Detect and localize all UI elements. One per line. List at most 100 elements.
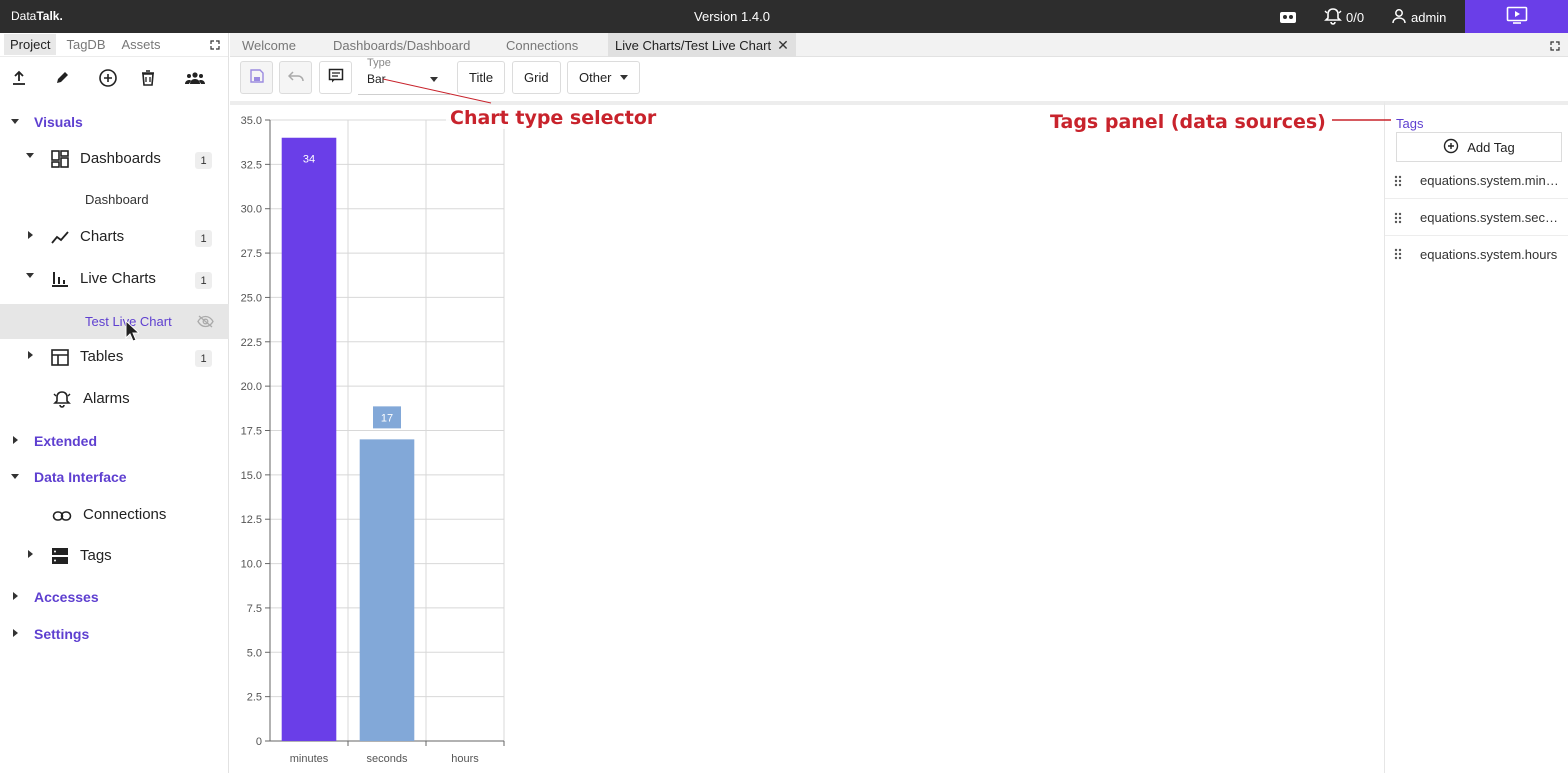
other-dropdown[interactable]: Other (567, 61, 640, 94)
leaf-label: Dashboard (85, 192, 149, 207)
annotation-tags-panel: Tags panel (data sources) (1046, 111, 1330, 133)
alarm-count: 0/0 (1346, 9, 1365, 25)
expand-icon[interactable] (210, 38, 220, 53)
node-tables[interactable]: Tables 1 (0, 343, 229, 369)
section-data-interface[interactable]: Data Interface (0, 464, 229, 490)
caret-down-icon (11, 474, 19, 479)
node-label: Dashboards (80, 150, 161, 167)
chart-type-select[interactable]: Type Bar (358, 57, 450, 95)
y-tick-label: 7.5 (247, 603, 262, 615)
tags-panel-title: Tags (1396, 116, 1424, 131)
y-tick-label: 20.0 (241, 381, 262, 393)
select-value: Bar (367, 72, 386, 86)
users-button[interactable] (184, 64, 228, 94)
grid-button[interactable]: Grid (512, 61, 561, 94)
y-tick-label: 22.5 (241, 337, 262, 349)
add-tag-label: Add Tag (1467, 139, 1515, 155)
y-tick-label: 25.0 (241, 292, 262, 304)
tag-item[interactable]: equations.system.seconds (1385, 200, 1568, 236)
node-tags[interactable]: Tags (0, 542, 229, 568)
section-settings[interactable]: Settings (0, 621, 229, 647)
caret-right-icon (28, 231, 33, 239)
tab-dashboards-dashboard[interactable]: Dashboards/Dashboard (326, 33, 477, 57)
caret-right-icon (28, 351, 33, 359)
mouse-cursor-icon (125, 319, 141, 345)
tab-welcome[interactable]: Welcome (235, 33, 303, 57)
y-tick-label: 0 (256, 736, 262, 748)
delete-button[interactable] (141, 64, 184, 94)
node-live-charts[interactable]: Live Charts 1 (0, 265, 229, 291)
section-label: Visuals (34, 114, 83, 130)
tag-name: equations.system.minutes (1420, 173, 1560, 188)
caret-down-icon (26, 273, 34, 278)
chart-toolbar: Type Bar Title Grid Other (230, 57, 1568, 101)
close-icon[interactable]: ✕ (777, 37, 789, 54)
count-badge: 1 (195, 272, 212, 289)
comment-icon (328, 68, 344, 87)
data-label: 34 (303, 154, 315, 166)
section-visuals[interactable]: Visuals (0, 109, 229, 135)
node-label: Alarms (83, 390, 130, 407)
node-alarms[interactable]: Alarms (0, 385, 229, 411)
node-label: Charts (80, 228, 125, 245)
project-sidebar: Project TagDB Assets Visuals Dashboards … (0, 33, 229, 773)
tag-item[interactable]: equations.system.minutes (1385, 163, 1568, 199)
tab-connections[interactable]: Connections (499, 33, 585, 57)
tab-live-charts-test[interactable]: Live Charts/Test Live Chart ✕ (608, 33, 796, 57)
save-button[interactable] (240, 61, 273, 94)
node-connections[interactable]: Connections (0, 501, 229, 527)
alarm-status[interactable]: 0/0 (1323, 7, 1365, 26)
drag-handle-icon[interactable] (1394, 248, 1402, 260)
y-tick-label: 32.5 (241, 159, 262, 171)
tags-panel: Tags Add Tag equations.system.minutes eq… (1384, 101, 1568, 773)
undo-icon (287, 70, 304, 85)
camera-icon[interactable] (1279, 8, 1297, 26)
tab-project[interactable]: Project (4, 34, 57, 55)
bar-chart: 0 2.5 5.0 7.5 10.0 12.5 15.0 17.5 20.0 22.5 25.0 27… (241, 115, 505, 765)
node-label: Live Charts (80, 270, 156, 287)
drag-handle-icon[interactable] (1394, 212, 1402, 224)
chevron-down-icon (619, 75, 628, 80)
y-tick-label: 2.5 (247, 692, 262, 704)
x-tick-label: hours (451, 753, 479, 765)
x-tick-label: minutes (290, 753, 329, 765)
visibility-off-icon[interactable] (197, 315, 214, 331)
section-label: Accesses (34, 589, 99, 605)
user-menu[interactable]: admin (1391, 8, 1446, 26)
leaf-test-live-chart[interactable]: Test Live Chart (0, 304, 229, 339)
tag-name: equations.system.hours (1420, 246, 1558, 262)
edit-button[interactable] (54, 64, 97, 94)
present-button[interactable] (1465, 0, 1568, 33)
y-tick-label: 12.5 (241, 514, 262, 526)
undo-button[interactable] (279, 61, 312, 94)
tab-assets[interactable]: Assets (116, 34, 167, 55)
section-accesses[interactable]: Accesses (0, 584, 229, 610)
chevron-down-icon (430, 77, 438, 82)
dashboard-icon (50, 149, 70, 169)
node-dashboards[interactable]: Dashboards 1 (0, 145, 229, 171)
pencil-icon (54, 70, 70, 89)
node-charts[interactable]: Charts 1 (0, 223, 229, 249)
upload-button[interactable] (11, 64, 54, 94)
add-tag-button[interactable]: Add Tag (1396, 132, 1562, 162)
tag-item[interactable]: equations.system.hours (1385, 236, 1568, 272)
section-label: Settings (34, 626, 90, 642)
title-button[interactable]: Title (457, 61, 506, 94)
section-extended[interactable]: Extended (0, 428, 229, 454)
tab-tagdb[interactable]: TagDB (60, 34, 111, 55)
link-icon (52, 506, 72, 526)
dropdown-label: Other (579, 70, 612, 85)
leaf-dashboard[interactable]: Dashboard (0, 187, 229, 211)
y-tick-label: 17.5 (241, 426, 262, 438)
comment-button[interactable] (319, 61, 352, 94)
expand-icon[interactable] (1550, 39, 1560, 54)
y-tick-label: 5.0 (247, 647, 262, 659)
play-screen-icon (1506, 6, 1528, 27)
add-button[interactable] (98, 64, 141, 94)
tag-name: equations.system.seconds (1420, 210, 1560, 225)
user-name: admin (1411, 9, 1447, 25)
add-circle-icon (98, 68, 118, 91)
drag-handle-icon[interactable] (1394, 175, 1402, 187)
data-label: 17 (381, 412, 393, 424)
caret-down-icon (11, 119, 19, 124)
